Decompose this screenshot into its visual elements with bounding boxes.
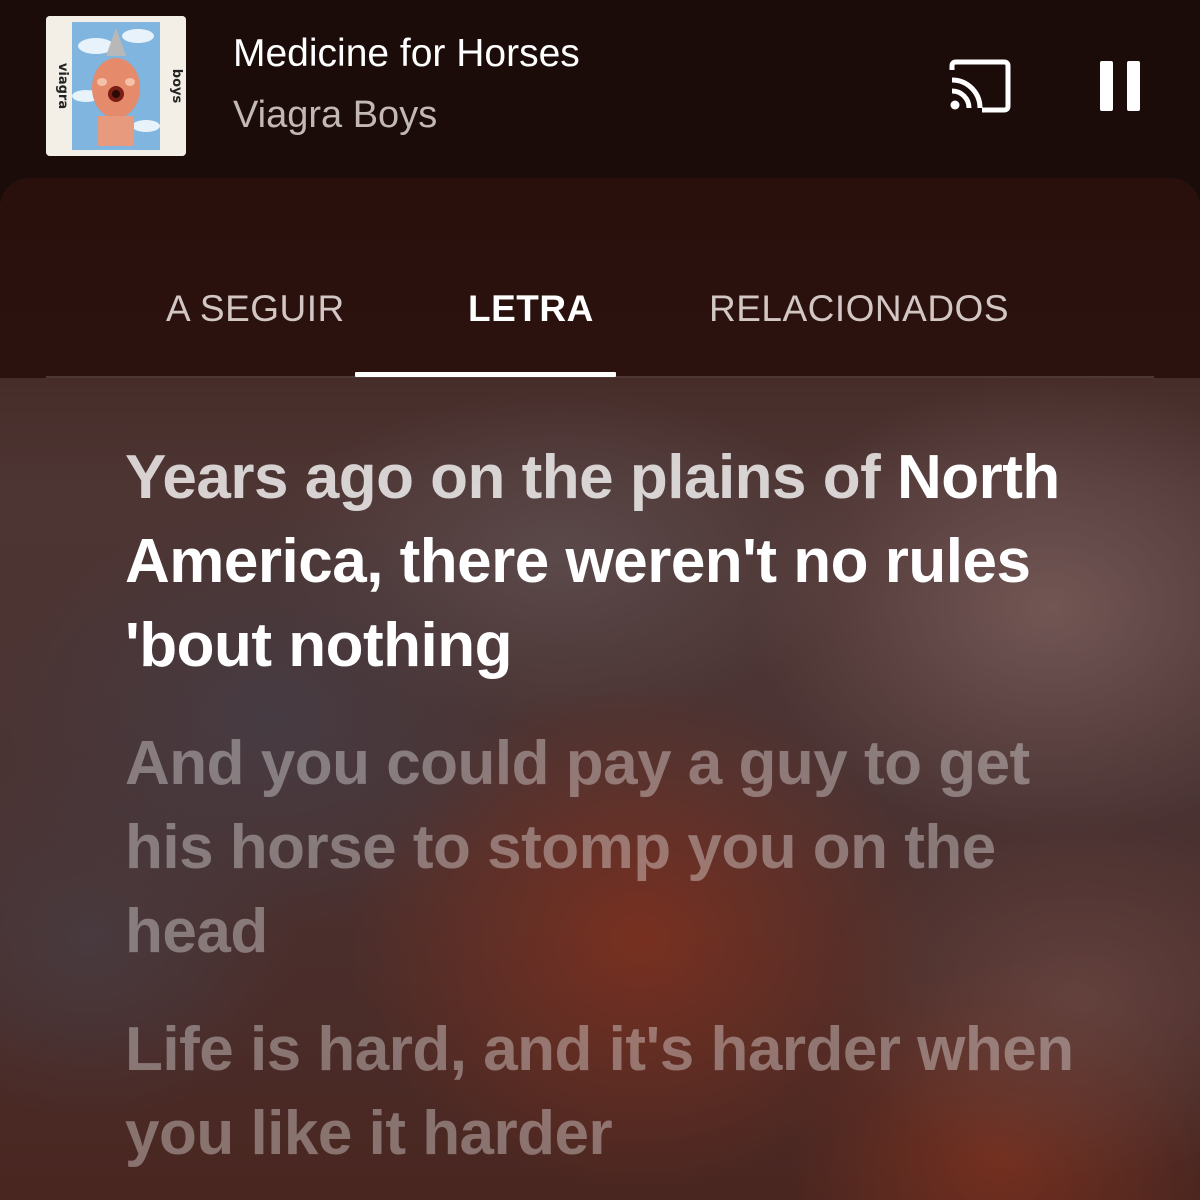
lyric-line-upcoming[interactable]: Life is hard, and it's harder when you l…	[125, 1008, 1115, 1176]
pause-button[interactable]	[1088, 52, 1152, 120]
album-art-right-word: boys	[169, 69, 184, 104]
player-screen: viagra boys Medicine for Horses Viagra B…	[0, 0, 1200, 1200]
mini-player[interactable]: viagra boys Medicine for Horses Viagra B…	[0, 0, 1200, 180]
album-art[interactable]: viagra boys	[46, 16, 186, 156]
tab-related[interactable]: RELACIONADOS	[709, 288, 1009, 330]
tab-up-next[interactable]: A SEGUIR	[166, 288, 345, 330]
pause-icon	[1100, 61, 1140, 111]
active-tab-indicator	[355, 372, 616, 377]
lyric-sung-fragment: Years ago on the plains of	[125, 443, 881, 512]
track-title[interactable]: Medicine for Horses	[233, 32, 580, 76]
lyrics-panel[interactable]: Years ago on the plains of North America…	[125, 436, 1115, 1200]
cast-icon	[949, 59, 1011, 113]
player-sheet: A SEGUIR LETRA RELACIONADOS Years ago on…	[0, 178, 1200, 1200]
track-artist[interactable]: Viagra Boys	[233, 94, 437, 137]
album-cover-image: viagra boys	[46, 16, 186, 156]
lyric-line-current[interactable]: Years ago on the plains of North America…	[125, 436, 1115, 688]
lyric-line-next[interactable]: And you could pay a guy to get his horse…	[125, 722, 1115, 974]
tab-lyrics[interactable]: LETRA	[468, 288, 594, 330]
cast-button[interactable]	[940, 52, 1020, 120]
album-art-left-word: viagra	[55, 63, 70, 109]
tabs-area: A SEGUIR LETRA RELACIONADOS	[0, 178, 1200, 378]
tab-bar: A SEGUIR LETRA RELACIONADOS	[46, 178, 1154, 378]
